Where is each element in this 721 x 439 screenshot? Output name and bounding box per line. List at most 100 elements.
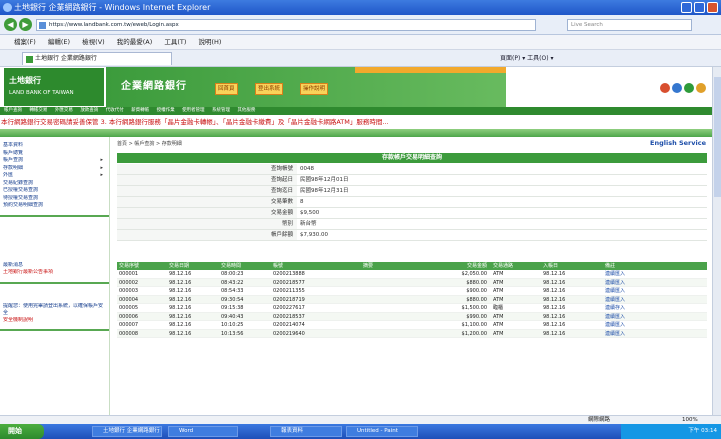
- table-cell: 98.12.16: [543, 271, 566, 277]
- menu-file[interactable]: 檔案(F): [14, 38, 36, 46]
- table-cell[interactable]: 連續匯入: [603, 321, 653, 329]
- command-bar[interactable]: 頁面(P) ▾ 工具(O) ▾: [500, 52, 553, 65]
- table-cell: 98.12.16: [543, 330, 566, 337]
- english-service-link[interactable]: English Service: [650, 139, 706, 147]
- scrollbar-thumb[interactable]: [714, 77, 721, 197]
- menu-favorites[interactable]: 我的最愛(A): [117, 38, 153, 46]
- table-cell: 98.12.16: [169, 296, 192, 303]
- nav-item[interactable]: 帳戶查詢: [4, 108, 22, 113]
- taskbar-button[interactable]: 報表資料: [270, 426, 342, 437]
- column-header[interactable]: 交易金額: [421, 262, 491, 270]
- bank-header: 土地銀行 LAND BANK OF TAIWAN 企業網路銀行 回首頁 登出系統…: [0, 67, 712, 107]
- maximize-button[interactable]: [694, 2, 705, 13]
- table-cell: 0200218577: [273, 279, 305, 286]
- bank-logo[interactable]: 土地銀行 LAND BANK OF TAIWAN: [4, 68, 104, 106]
- security-link[interactable]: 安全機制說明: [3, 317, 106, 325]
- field-label: 查詢迄日: [117, 186, 297, 196]
- browser-tab[interactable]: 土地銀行 企業網路銀行: [22, 52, 172, 65]
- sidebar-item[interactable]: 帳戶查詢: [3, 157, 106, 165]
- left-sidebar: 基本資料 帳戶總覽 帳戶查詢 存款明細 外匯 交易紀錄查詢 已授權交易查詢 待授…: [0, 137, 110, 415]
- quick-link-icon[interactable]: [696, 83, 706, 93]
- tab-bar: 土地銀行 企業網路銀行 頁面(P) ▾ 工具(O) ▾: [0, 50, 721, 67]
- help-button[interactable]: 操作說明: [300, 83, 329, 95]
- vertical-scrollbar[interactable]: [712, 67, 721, 415]
- sidebar-item[interactable]: 存款明細: [3, 165, 106, 173]
- quick-link-icon[interactable]: [684, 83, 694, 93]
- table-cell: [361, 304, 421, 312]
- quick-link-icon[interactable]: [660, 83, 670, 93]
- column-header[interactable]: 入帳日: [541, 262, 603, 270]
- menu-tools[interactable]: 工具(T): [164, 38, 186, 46]
- home-button[interactable]: 回首頁: [215, 83, 238, 95]
- sidebar-item[interactable]: 待授權交易查詢: [3, 195, 106, 203]
- table-row: 000004 98.12.16 09:30:54 0200218719 $880.00 A…: [117, 295, 707, 304]
- field-value: 民國98年12月31日: [300, 188, 349, 194]
- table-cell[interactable]: 連續匯入: [603, 330, 653, 338]
- quick-link-icon[interactable]: [672, 83, 682, 93]
- table-cell: 98.12.16: [169, 288, 192, 294]
- menu-edit[interactable]: 編輯(E): [48, 38, 70, 46]
- column-header[interactable]: 交易序號: [117, 262, 167, 270]
- forward-icon[interactable]: ▶: [19, 18, 32, 31]
- taskbar-button[interactable]: 土地銀行 企業網路銀行: [92, 426, 162, 437]
- table-cell: ATM: [493, 279, 504, 286]
- table-cell: 98.12.16: [169, 322, 192, 328]
- table-cell: 000003: [119, 288, 139, 294]
- close-button[interactable]: [707, 2, 718, 13]
- sidebar-item[interactable]: 已授權交易查詢: [3, 187, 106, 195]
- nav-item[interactable]: 外匯交易: [55, 108, 73, 113]
- table-cell: 98.12.16: [543, 288, 566, 294]
- minimize-button[interactable]: [681, 2, 692, 13]
- sidebar-item[interactable]: 帳戶總覽: [3, 150, 106, 158]
- table-cell[interactable]: 連續匯入: [603, 270, 653, 278]
- search-input[interactable]: Live Search: [567, 19, 692, 31]
- menu-help[interactable]: 說明(H): [199, 38, 222, 46]
- nav-item[interactable]: 轉帳交易: [29, 108, 47, 113]
- nav-item[interactable]: 使用者管理: [182, 108, 205, 113]
- start-button[interactable]: 開始: [0, 424, 44, 439]
- table-cell: $2,050.00: [461, 271, 487, 277]
- summary-row: 查詢迄日 民國98年12月31日: [117, 186, 707, 197]
- url-input[interactable]: https://www.landbank.com.tw/eweb/Login.a…: [36, 19, 536, 31]
- taskbar-button[interactable]: Word: [168, 426, 238, 437]
- column-header[interactable]: 交易日期: [167, 262, 219, 270]
- nav-item[interactable]: 薪資轉帳: [131, 108, 149, 113]
- table-cell[interactable]: 連續匯入: [603, 296, 653, 304]
- main-content: 首頁 > 帳戶查詢 > 存款明細 English Service 存款帳戶交易明…: [112, 137, 712, 415]
- sidebar-item[interactable]: 交易紀錄查詢: [3, 180, 106, 188]
- logout-button[interactable]: 登出系統: [255, 83, 284, 95]
- field-label: 查詢帳號: [117, 164, 297, 174]
- nav-item[interactable]: 代收代付: [106, 108, 124, 113]
- form-title: 存款帳戶交易明細查詢: [117, 153, 707, 163]
- table-cell[interactable]: 連續匯入: [603, 313, 653, 321]
- column-header[interactable]: 摘要: [361, 262, 421, 270]
- back-icon[interactable]: ◀: [4, 18, 17, 31]
- column-header[interactable]: 備註: [603, 262, 653, 270]
- taskbar-button[interactable]: Untitled - Paint: [346, 426, 418, 437]
- security-notice: 提醒您：使用完畢請登出系統，以確保帳戶安全: [3, 302, 104, 316]
- sidebar-item[interactable]: 基本資料: [3, 142, 106, 150]
- table-cell: ATM: [493, 288, 504, 294]
- table-cell[interactable]: 連續匯入: [603, 287, 653, 295]
- table-cell: 09:15:38: [221, 305, 244, 311]
- notice-link[interactable]: 土地銀行最新公告事項: [3, 269, 106, 277]
- table-cell[interactable]: 連續匯入: [603, 279, 653, 287]
- table-cell: 0200218537: [273, 313, 305, 320]
- menu-view[interactable]: 檢視(V): [82, 38, 105, 46]
- table-header: 交易序號 交易日期 交易時間 帳號 摘要 交易金額 交易通路 入帳日 備註: [117, 262, 707, 270]
- banner-title: 企業網路銀行: [121, 81, 187, 92]
- column-header[interactable]: 帳號: [271, 262, 361, 270]
- nav-item[interactable]: 授權作業: [157, 108, 175, 113]
- field-value: $9,500: [300, 210, 320, 216]
- nav-item[interactable]: 其他服務: [237, 108, 255, 113]
- status-bar: 網際網路 100%: [0, 415, 721, 424]
- sidebar-item[interactable]: 外匯: [3, 172, 106, 180]
- field-label: 帳戶餘額: [117, 230, 297, 240]
- column-header[interactable]: 交易時間: [219, 262, 271, 270]
- table-cell[interactable]: 連續存入: [603, 304, 653, 312]
- sidebar-item[interactable]: 預約交易明細查詢: [3, 202, 106, 210]
- column-header[interactable]: 交易通路: [491, 262, 541, 270]
- table-row: 000003 98.12.16 08:54:33 0200211355 $900.00 A…: [117, 287, 707, 296]
- nav-item[interactable]: 放款查詢: [80, 108, 98, 113]
- nav-item[interactable]: 系統管理: [212, 108, 230, 113]
